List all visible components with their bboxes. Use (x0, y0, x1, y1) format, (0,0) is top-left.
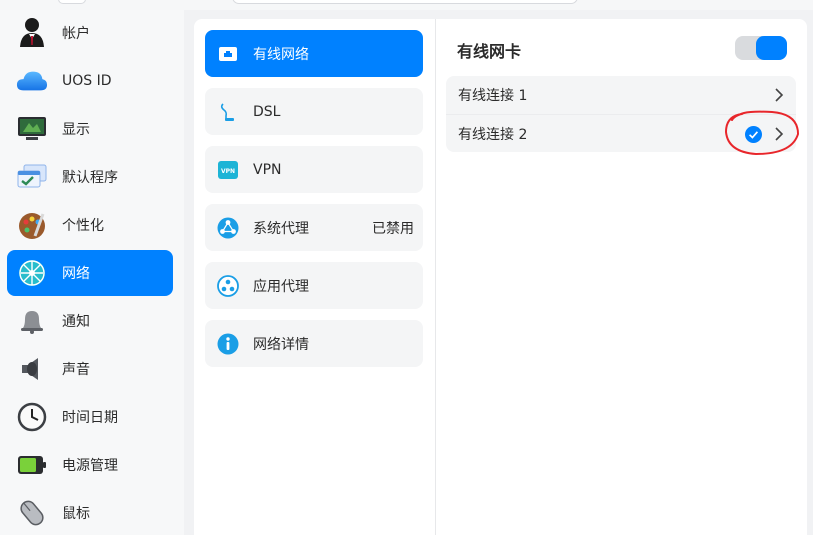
top-search-box[interactable] (232, 0, 578, 4)
connection-row-2[interactable]: 有线连接 2 (446, 114, 796, 152)
palette-icon (16, 209, 48, 241)
network-menu-details[interactable]: 网络详情 (205, 320, 423, 367)
sidebar-item-label: 时间日期 (62, 410, 118, 426)
network-menu-label: 有线网络 (253, 46, 309, 63)
sidebar-item-network[interactable]: 网络 (7, 250, 173, 296)
toggle-knob (756, 36, 787, 60)
sidebar-item-label: 显示 (62, 122, 90, 138)
sidebar-item-label: 默认程序 (62, 170, 118, 186)
connected-check-icon (745, 126, 762, 143)
sidebar-item-label: 通知 (62, 314, 90, 330)
window-top-strip (0, 0, 813, 10)
sidebar-item-mouse[interactable]: 鼠标 (7, 490, 173, 535)
cloud-icon (16, 65, 48, 97)
network-menu-dsl[interactable]: DSL (205, 88, 423, 135)
proxy-status-text: 已禁用 (372, 220, 414, 237)
chevron-right-icon[interactable] (772, 86, 786, 104)
wired-adapter-panel: 有线网卡 有线连接 1 有线连接 2 (436, 19, 807, 535)
sidebar-item-power[interactable]: 电源管理 (7, 442, 173, 488)
network-menu-app-proxy[interactable]: 应用代理 (205, 262, 423, 309)
svg-text:VPN: VPN (221, 168, 235, 175)
network-menu-label: 应用代理 (253, 278, 309, 295)
default-apps-icon (16, 161, 48, 193)
sidebar: 帐户 UOS ID 显示 默认程序 个性化 网络 通知 声音 时间日期 电源管理… (0, 10, 184, 535)
sidebar-item-account[interactable]: 帐户 (7, 10, 173, 56)
info-icon (217, 333, 239, 355)
network-menu-panel: 有线网络 DSL VPN VPN 系统代理 已禁用 应用代理 网络详情 (194, 19, 435, 535)
wired-adapter-toggle[interactable] (735, 36, 787, 60)
sidebar-item-label: 声音 (62, 362, 90, 378)
connection-label: 有线连接 2 (458, 126, 528, 143)
network-menu-label: VPN (253, 161, 282, 178)
network-globe-icon (16, 257, 48, 289)
mouse-icon (16, 497, 48, 529)
sidebar-item-display[interactable]: 显示 (7, 106, 173, 152)
user-icon (16, 17, 48, 49)
sidebar-item-label: 鼠标 (62, 506, 90, 522)
battery-icon (16, 449, 48, 481)
sidebar-item-label: UOS ID (62, 73, 112, 89)
speaker-icon (16, 353, 48, 385)
clock-icon (16, 401, 48, 433)
network-menu-system-proxy[interactable]: 系统代理 已禁用 (205, 204, 423, 251)
top-toolbar-button[interactable] (58, 0, 86, 4)
system-proxy-icon (217, 217, 239, 239)
monitor-icon (16, 113, 48, 145)
sidebar-item-label: 网络 (62, 266, 90, 282)
connection-label: 有线连接 1 (458, 88, 528, 104)
network-menu-label: 网络详情 (253, 336, 309, 353)
sidebar-item-notifications[interactable]: 通知 (7, 298, 173, 344)
dsl-icon (217, 101, 239, 123)
sidebar-item-default-apps[interactable]: 默认程序 (7, 154, 173, 200)
network-menu-vpn[interactable]: VPN VPN (205, 146, 423, 193)
bell-icon (16, 305, 48, 337)
sidebar-item-datetime[interactable]: 时间日期 (7, 394, 173, 440)
sidebar-item-label: 电源管理 (62, 458, 118, 474)
vpn-icon: VPN (217, 159, 239, 181)
chevron-right-icon[interactable] (772, 125, 786, 143)
sidebar-item-sound[interactable]: 声音 (7, 346, 173, 392)
network-menu-label: 系统代理 (253, 220, 309, 237)
sidebar-item-label: 帐户 (62, 26, 90, 42)
network-menu-wired[interactable]: 有线网络 (205, 30, 423, 77)
sidebar-item-personalization[interactable]: 个性化 (7, 202, 173, 248)
sidebar-item-uos-id[interactable]: UOS ID (7, 58, 173, 104)
connection-row-1[interactable]: 有线连接 1 (446, 76, 796, 114)
sidebar-item-label: 个性化 (62, 218, 104, 234)
network-menu-label: DSL (253, 103, 281, 120)
wired-network-icon (217, 43, 239, 65)
app-proxy-icon (217, 274, 239, 297)
panel-title: 有线网卡 (457, 42, 522, 61)
